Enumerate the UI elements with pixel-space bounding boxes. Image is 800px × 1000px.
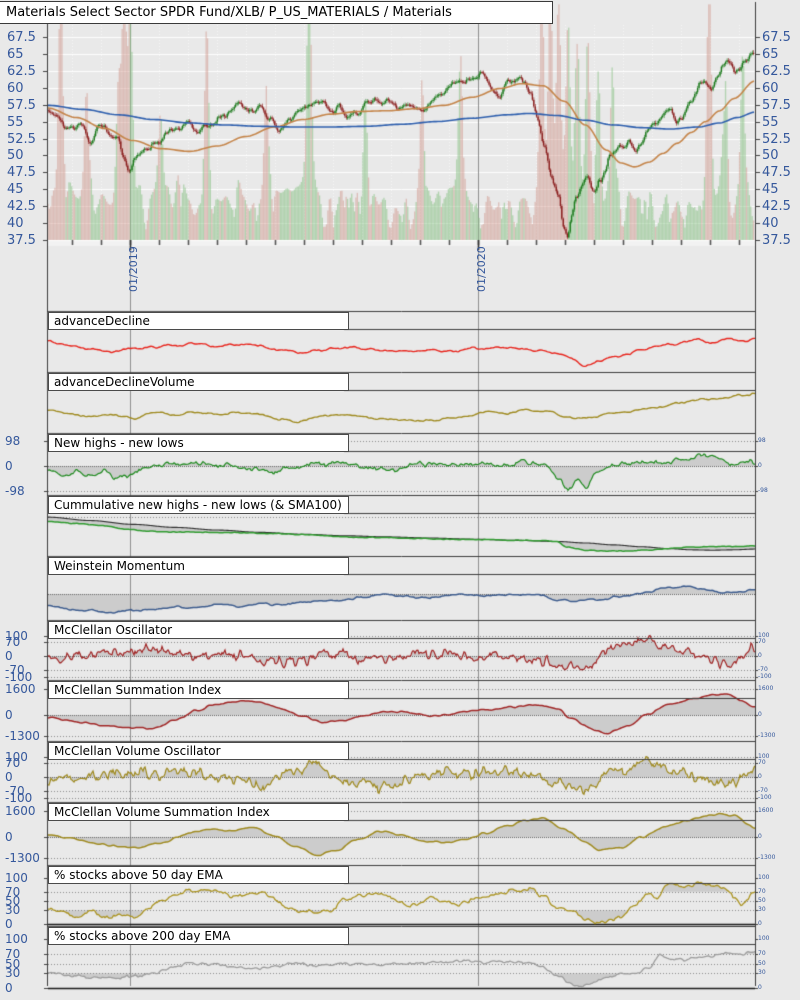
- price-axis-label-left: 57.5: [7, 97, 36, 113]
- panel-label-advance-decline[interactable]: advanceDecline: [48, 312, 349, 330]
- indicator-axis-label-left: 0: [5, 917, 13, 931]
- indicator-axis-label-left: -100: [5, 790, 33, 805]
- panel-label-advance-decline-volume[interactable]: advanceDeclineVolume: [48, 373, 349, 391]
- indicator-axis-label-left: 0: [5, 770, 13, 784]
- price-axis-label-right: 40: [762, 216, 779, 232]
- price-axis-label-right: 47.5: [762, 165, 791, 181]
- indicator-axis-label-right: 0: [758, 652, 762, 659]
- panel-label-mcclellan-volume-oscillator[interactable]: McClellan Volume Oscillator: [48, 742, 349, 760]
- price-axis-label-right: 52.5: [762, 131, 791, 147]
- panel-label-pct-stocks-above-200day-ema[interactable]: % stocks above 200 day EMA: [48, 927, 349, 945]
- price-axis-label-left: 37.5: [7, 233, 36, 248]
- indicator-axis-label-right: 30: [758, 969, 766, 977]
- date-axis-label: 01/2020: [475, 246, 488, 292]
- price-axis-label-right: 65: [762, 46, 779, 62]
- price-axis-label-right: 50: [762, 148, 779, 164]
- price-axis-label-right: 57.5: [762, 97, 791, 113]
- indicator-axis-label-right: -100: [758, 793, 772, 801]
- indicator-axis-label-left: 70: [5, 755, 21, 770]
- indicator-axis-label-right: 70: [758, 758, 766, 766]
- indicator-axis-label-right: -100: [758, 672, 772, 680]
- indicator-axis-label-left: -98: [5, 483, 25, 498]
- indicator-axis-label-right: 100: [758, 935, 770, 942]
- price-axis-label-right: 45: [762, 182, 779, 198]
- price-axis-label-left: 50: [7, 148, 24, 164]
- indicator-axis-label-left: -100: [5, 669, 33, 684]
- price-axis-label-left: 62.5: [7, 63, 36, 79]
- indicator-axis-label-left: 0: [5, 708, 13, 722]
- price-axis-label-right: 62.5: [762, 63, 791, 79]
- indicator-axis-label-left: 70: [5, 634, 21, 649]
- indicator-axis-label-right: 50: [758, 959, 766, 967]
- indicator-axis-label-right: -1300: [758, 731, 776, 739]
- price-axis-label-left: 40: [7, 216, 24, 232]
- indicator-axis-label-left: 0: [5, 459, 13, 473]
- indicator-axis-label-right: -98: [758, 486, 768, 494]
- indicator-axis-label-right: -1300: [758, 853, 776, 861]
- indicator-axis-label-right: 70: [758, 637, 766, 645]
- indicator-axis-label-left: 30: [5, 903, 21, 918]
- panel-label-cumulative-new-highs-new-lows[interactable]: Cummulative new highs - new lows (& SMA1…: [48, 496, 349, 514]
- indicator-axis-label-left: 0: [5, 830, 13, 844]
- indicator-axis-label-right: 100: [758, 874, 770, 881]
- indicator-axis-label-right: 50: [758, 897, 766, 904]
- price-axis-label-left: 52.5: [7, 131, 36, 147]
- panel-label-mcclellan-volume-summation-index[interactable]: McClellan Volume Summation Index: [48, 803, 349, 821]
- indicator-axis-label-right: 0: [758, 984, 762, 991]
- price-axis-label-left: 60: [7, 80, 24, 96]
- price-axis-label-left: 42.5: [7, 199, 36, 215]
- panel-label-mcclellan-oscillator[interactable]: McClellan Oscillator: [48, 621, 349, 639]
- indicator-axis-label-left: 0: [5, 981, 13, 995]
- price-axis-label-right: 67.5: [762, 30, 791, 45]
- indicator-axis-label-left: -1300: [5, 728, 40, 743]
- price-axis-label-right: 55: [762, 114, 779, 130]
- indicator-axis-label-left: 30: [5, 966, 21, 981]
- chart-title: Materials Select Sector SPDR Fund/XLB/ P…: [0, 1, 553, 24]
- price-axis-label-right: 42.5: [762, 199, 791, 215]
- indicator-axis-label-left: 1600: [5, 682, 36, 697]
- indicator-axis-label-right: 0: [758, 711, 762, 718]
- indicator-axis-label-left: 100: [5, 871, 28, 885]
- indicator-axis-label-right: 0: [758, 833, 762, 840]
- panel-label-mcclellan-summation-index[interactable]: McClellan Summation Index: [48, 681, 349, 699]
- indicator-axis-label-right: 0: [758, 462, 762, 469]
- indicator-axis-label-left: 100: [5, 932, 28, 946]
- indicator-axis-label-right: 30: [758, 906, 766, 914]
- indicator-axis-label-right: 1600: [758, 807, 774, 815]
- indicator-axis-label-left: 0: [5, 649, 13, 663]
- price-axis-label-left: 45: [7, 182, 24, 198]
- indicator-axis-label-right: 70: [758, 887, 766, 895]
- panel-label-pct-stocks-above-50day-ema[interactable]: % stocks above 50 day EMA: [48, 866, 349, 884]
- panel-label-new-highs-new-lows[interactable]: New highs - new lows: [48, 434, 349, 452]
- price-axis-label-right: 60: [762, 80, 779, 96]
- price-axis-label-left: 47.5: [7, 165, 36, 181]
- price-axis-label-left: 65: [7, 46, 24, 62]
- price-axis-label-right: 37.5: [762, 233, 791, 248]
- panel-label-weinstein-momentum[interactable]: Weinstein Momentum: [48, 557, 349, 575]
- chart-workspace: Materials Select Sector SPDR Fund/XLB/ P…: [0, 0, 800, 1000]
- indicator-axis-label-right: 1600: [758, 685, 774, 693]
- price-axis-label-left: 67.5: [7, 30, 36, 45]
- indicator-axis-label-left: -1300: [5, 850, 40, 865]
- indicator-axis-label-left: 1600: [5, 804, 36, 819]
- date-axis-label: 01/2019: [127, 246, 140, 292]
- price-axis-label-left: 55: [7, 114, 24, 130]
- indicator-axis-label-right: 70: [758, 949, 766, 957]
- indicator-axis-label-right: 0: [758, 920, 762, 927]
- indicator-axis-label-right: 98: [758, 437, 766, 444]
- indicator-axis-label-left: 98: [5, 434, 21, 448]
- indicator-axis-label-right: 0: [758, 773, 762, 780]
